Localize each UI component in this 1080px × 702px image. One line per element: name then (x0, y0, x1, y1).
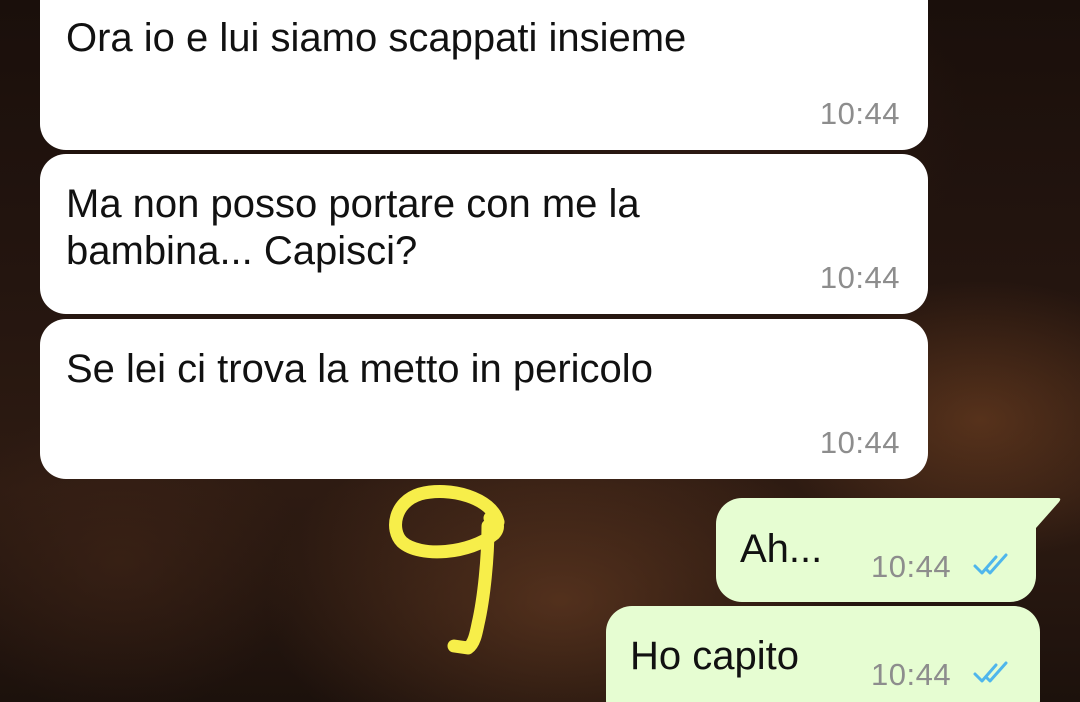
message-timestamp: 10:44 (819, 96, 900, 131)
message-text: Ma non posso portare con me la bambina..… (66, 182, 640, 273)
double-check-icon (973, 553, 1008, 575)
message-text: Se lei ci trova la metto in pericolo (66, 347, 653, 391)
handwritten-nine-annotation (389, 485, 505, 655)
message-text: Ho capito (630, 634, 799, 678)
bubble-tail (1030, 498, 1061, 532)
double-check-icon (973, 661, 1008, 683)
message-timestamp: 10:44 (871, 549, 952, 584)
message-timestamp: 10:44 (819, 260, 900, 295)
message-timestamp: 10:44 (819, 425, 900, 460)
message-bubble-incoming[interactable]: Se lei ci trova la metto in pericolo 10:… (40, 319, 928, 479)
message-timestamp: 10:44 (871, 657, 952, 692)
message-text: Ah... (740, 527, 823, 571)
message-bubble-outgoing[interactable]: Ah... 10:44 (716, 498, 1036, 602)
message-bubble-incoming[interactable]: Ma non posso portare con me la bambina..… (40, 154, 928, 314)
chat-screen: Ora io e lui siamo scappati insieme 10:4… (0, 0, 1080, 702)
message-bubble-incoming[interactable]: Ora io e lui siamo scappati insieme 10:4… (40, 0, 928, 150)
message-bubble-outgoing[interactable]: Ho capito 10:44 (606, 606, 1040, 702)
message-text: Ora io e lui siamo scappati insieme (66, 16, 687, 60)
